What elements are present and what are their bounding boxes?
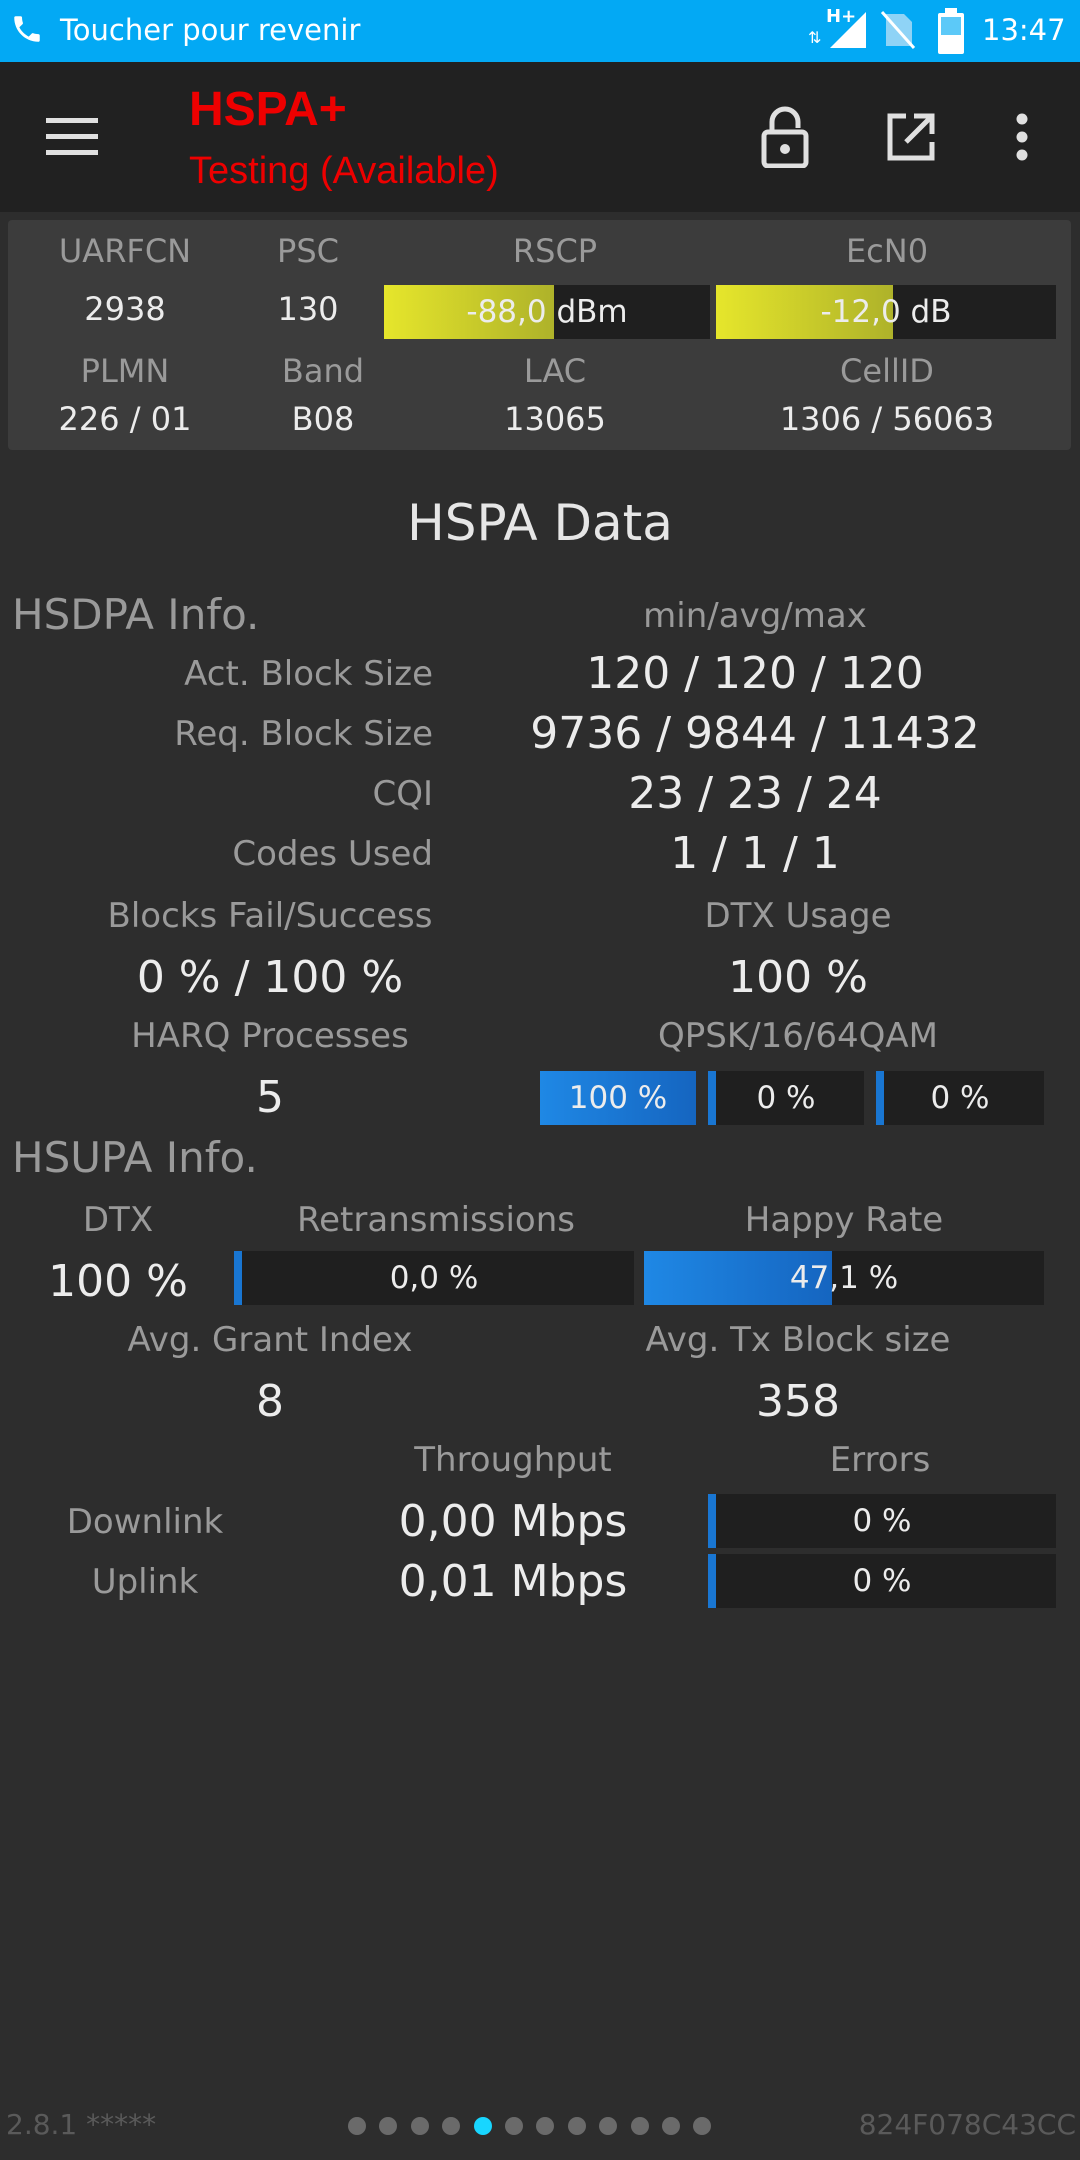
- retransmissions-label: Retransmissions: [297, 1200, 575, 1240]
- harq-processes-value: 5: [256, 1072, 284, 1123]
- page-dot[interactable]: [567, 2117, 586, 2135]
- hsdpa-col-header: min/avg/max: [643, 596, 867, 636]
- lac-label: LAC: [523, 352, 587, 390]
- qam16-bar: 0 %: [708, 1071, 864, 1125]
- more-vert-icon[interactable]: [1012, 112, 1032, 162]
- uplink-throughput-value: 0,01 Mbps: [398, 1556, 628, 1607]
- errors-label: Errors: [829, 1440, 931, 1480]
- lac-value: 13065: [504, 400, 606, 438]
- rscp-bar: -88,0 dBm: [384, 285, 710, 339]
- page-dot-active[interactable]: [473, 2117, 492, 2135]
- dtx-usage-label: DTX Usage: [704, 896, 892, 936]
- ecn0-label: EcN0: [845, 232, 929, 270]
- cellid-value: 1306 / 56063: [779, 400, 995, 438]
- req-block-size-label: Req. Block Size: [174, 714, 433, 754]
- codes-used-label: Codes Used: [232, 834, 433, 874]
- retransmissions-bar: 0,0 %: [234, 1251, 634, 1305]
- status-bar[interactable]: Toucher pour revenir ⇅ H+ 13:47: [0, 0, 1080, 62]
- downlink-errors-bar: 0 %: [708, 1494, 1056, 1548]
- blocks-fail-success-label: Blocks Fail/Success: [107, 896, 433, 936]
- page-dot[interactable]: [662, 2117, 680, 2135]
- uarfcn-label: UARFCN: [58, 232, 192, 270]
- page-dot[interactable]: [630, 2117, 649, 2135]
- qpsk-value: 100 %: [568, 1080, 668, 1116]
- uplink-errors-value: 0 %: [852, 1563, 912, 1599]
- hsupa-dtx-value: 100 %: [48, 1256, 188, 1307]
- hsdpa-heading: HSDPA Info.: [12, 590, 260, 639]
- rscp-label: RSCP: [512, 232, 598, 270]
- page-indicator[interactable]: [348, 2115, 732, 2137]
- happy-rate-label: Happy Rate: [744, 1200, 944, 1240]
- act-block-size-label: Act. Block Size: [184, 654, 433, 694]
- downlink-errors-value: 0 %: [852, 1503, 912, 1539]
- cell-info-card: UARFCN PSC RSCP EcN0 2938 130 -88,0 dBm …: [8, 220, 1071, 450]
- open-external-icon[interactable]: [886, 112, 936, 162]
- downlink-throughput-value: 0,00 Mbps: [398, 1496, 628, 1547]
- qam-label: QPSK/16/64QAM: [658, 1016, 938, 1056]
- uplink-errors-bar: 0 %: [708, 1554, 1056, 1608]
- downlink-label: Downlink: [66, 1502, 224, 1542]
- avg-tx-block-size-value: 358: [756, 1376, 840, 1427]
- qam64-bar: 0 %: [876, 1071, 1044, 1125]
- hsupa-dtx-label: DTX: [82, 1200, 154, 1240]
- psc-value: 130: [277, 290, 339, 328]
- page-title: HSPA+: [189, 83, 347, 136]
- codes-used-value: 1 / 1 / 1: [670, 828, 840, 879]
- plmn-value: 226 / 01: [58, 400, 192, 438]
- act-block-size-value: 120 / 120 / 120: [586, 648, 924, 699]
- clock: 13:47: [982, 13, 1066, 47]
- menu-icon[interactable]: [46, 116, 98, 158]
- qam64-value: 0 %: [930, 1080, 990, 1116]
- ecn0-bar: -12,0 dB: [716, 285, 1056, 339]
- avg-grant-index-value: 8: [256, 1376, 284, 1427]
- throughput-label: Throughput: [414, 1440, 612, 1480]
- section-title: HSPA Data: [407, 494, 673, 552]
- app-version: 2.8.1 *****: [6, 2108, 157, 2141]
- cqi-label: CQI: [372, 774, 433, 814]
- app-toolbar: HSPA+ Testing (Available): [0, 62, 1080, 212]
- psc-label: PSC: [277, 232, 339, 270]
- cqi-value: 23 / 23 / 24: [628, 768, 882, 819]
- hsupa-heading: HSUPA Info.: [12, 1133, 258, 1182]
- qpsk-bar: 100 %: [540, 1071, 696, 1125]
- page-dot[interactable]: [693, 2117, 712, 2135]
- retransmissions-value: 0,0 %: [389, 1260, 479, 1296]
- dtx-usage-value: 100 %: [728, 952, 868, 1003]
- harq-processes-label: HARQ Processes: [131, 1016, 409, 1056]
- data-arrows-icon: ⇅: [808, 28, 822, 47]
- plmn-label: PLMN: [80, 352, 170, 390]
- page-dot[interactable]: [442, 2117, 461, 2135]
- blocks-fail-success-value: 0 % / 100 %: [136, 952, 404, 1003]
- qam16-value: 0 %: [756, 1080, 816, 1116]
- lock-open-icon[interactable]: [760, 106, 810, 168]
- avg-grant-index-label: Avg. Grant Index: [127, 1320, 413, 1360]
- uarfcn-value: 2938: [84, 290, 166, 328]
- no-sim-icon: [880, 11, 916, 49]
- device-id: 824F078C43CC: [858, 2108, 1076, 2141]
- page-dot[interactable]: [599, 2117, 618, 2135]
- cellid-label: CellID: [840, 352, 934, 390]
- status-notice: Toucher pour revenir: [60, 13, 361, 47]
- page-dot[interactable]: [536, 2117, 555, 2135]
- ecn0-value: -12,0 dB: [820, 294, 952, 330]
- page-dot[interactable]: [505, 2117, 523, 2135]
- page-dot[interactable]: [348, 2117, 366, 2135]
- happy-rate-bar: 47,1 %: [644, 1251, 1044, 1305]
- page-dot[interactable]: [379, 2117, 398, 2135]
- phone-icon: [14, 16, 40, 42]
- happy-rate-value: 47,1 %: [789, 1260, 899, 1296]
- signal-icon: [830, 12, 866, 48]
- rscp-value: -88,0 dBm: [466, 294, 628, 330]
- req-block-size-value: 9736 / 9844 / 11432: [530, 708, 980, 759]
- page-dot[interactable]: [410, 2117, 429, 2135]
- battery-icon: [938, 8, 964, 54]
- page-subtitle: Testing (Available): [189, 150, 499, 192]
- avg-tx-block-size-label: Avg. Tx Block size: [645, 1320, 951, 1360]
- uplink-label: Uplink: [91, 1562, 199, 1602]
